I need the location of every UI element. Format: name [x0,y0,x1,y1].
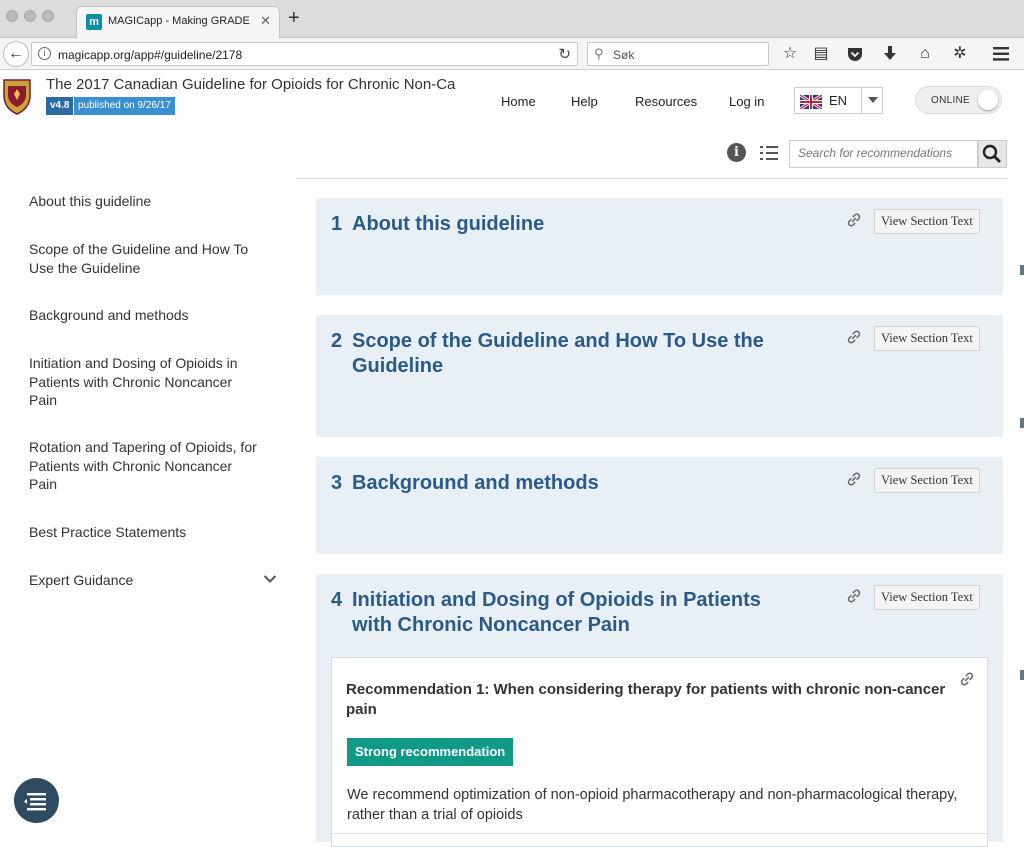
browser-search-placeholder: Søk [613,48,635,62]
view-section-text-button[interactable]: View Section Text [874,468,980,493]
header-divider [296,178,1007,179]
recommendation-search-input[interactable] [798,146,970,160]
tab-title: MAGICapp - Making GRADE t [108,15,253,27]
info-icon[interactable]: i [38,47,51,60]
caret-down-icon[interactable] [868,97,878,103]
nav-login[interactable]: Log in [729,94,764,109]
nav-home[interactable]: Home [501,94,536,109]
nav-help[interactable]: Help [571,94,598,109]
scrollbar-mark [1020,670,1024,680]
section-number: 3 [331,472,343,494]
pocket-icon[interactable] [844,43,866,65]
section-number: 2 [331,330,343,352]
link-icon[interactable] [845,470,863,488]
link-icon[interactable] [958,670,976,688]
recommendation-search-field[interactable] [789,140,978,168]
view-section-text-button[interactable]: View Section Text [874,209,980,234]
search-icon: ⚲ [594,46,604,61]
sidebar-item-about[interactable]: About this guideline [29,192,261,211]
recommendation-search-button[interactable] [978,140,1007,168]
link-icon[interactable] [845,211,863,229]
sidebar-item-scope[interactable]: Scope of the Guideline and How To Use th… [29,240,261,277]
section-number: 4 [331,589,343,611]
star-icon[interactable]: ☆ [779,43,801,65]
download-icon[interactable] [879,43,901,65]
section-title[interactable]: Scope of the Guideline and How To Use th… [352,329,782,379]
chevron-down-icon[interactable] [263,574,277,584]
section-2: 2 Scope of the Guideline and How To Use … [316,315,1003,437]
sidebar-item-rotation[interactable]: Rotation and Tapering of Opioids, for Pa… [29,438,261,494]
extension-icon[interactable]: ✲ [949,43,971,65]
card-divider [332,833,987,834]
browser-search-input[interactable]: ⚲ Søk [587,42,769,66]
mcmaster-crest-logo[interactable] [2,78,32,116]
view-section-text-button[interactable]: View Section Text [874,326,980,351]
recommendation-card: Recommendation 1: When considering thera… [331,657,988,847]
strength-badge: Strong recommendation [347,738,514,766]
browser-nav-bar: ← i magicapp.org/app#/guideline/2178 ↻ ⚲… [0,38,1024,70]
section-title[interactable]: Background and methods [352,471,782,496]
new-tab-button[interactable]: + [288,8,300,28]
sidebar-item-background[interactable]: Background and methods [29,306,261,325]
home-icon[interactable]: ⌂ [914,43,936,65]
reading-list-icon[interactable]: ▤ [810,43,832,65]
section-title[interactable]: About this guideline [352,212,782,237]
online-toggle[interactable]: ONLINE [915,86,1002,114]
address-bar[interactable]: i magicapp.org/app#/guideline/2178 ↻ [31,42,578,66]
list-view-icon[interactable] [760,145,778,161]
scrollbar-mark [1020,265,1024,275]
recommendation-title[interactable]: Recommendation 1: When considering thera… [346,680,952,720]
language-code: EN [829,93,848,108]
browser-tab-bar: m MAGICapp - Making GRADE t ✕ + [0,0,1024,38]
section-number: 1 [331,213,343,235]
toc-toggle-button[interactable] [14,778,59,823]
link-icon[interactable] [845,587,863,605]
published-badge: published on 9/26/17 [74,97,175,115]
url-text[interactable]: magicapp.org/app#/guideline/2178 [58,48,242,62]
browser-tab[interactable]: m MAGICapp - Making GRADE t ✕ [76,6,280,38]
window-maximize-button[interactable] [42,10,54,22]
menu-list-icon [24,793,46,811]
sidebar-item-best-practice[interactable]: Best Practice Statements [29,523,261,542]
language-select[interactable]: EN [794,87,883,114]
menu-icon[interactable] [990,43,1012,65]
back-arrow-icon[interactable]: ← [3,41,29,67]
guideline-title: The 2017 Canadian Guideline for Opioids … [46,76,456,93]
scrollbar-mark [1020,418,1024,428]
info-circle-icon[interactable]: i [727,143,746,162]
sidebar-item-initiation[interactable]: Initiation and Dosing of Opioids in Pati… [29,354,261,410]
search-icon [982,144,1001,163]
link-icon[interactable] [845,328,863,346]
view-section-text-button[interactable]: View Section Text [874,585,980,610]
section-1: 1 About this guideline View Section Text [316,198,1003,295]
version-badge: v4.8 [46,97,74,115]
recommendation-text: We recommend optimization of non-opioid … [347,787,958,823]
reload-icon[interactable]: ↻ [558,45,571,63]
window-minimize-button[interactable] [24,10,36,22]
language-divider [861,88,862,113]
window-close-button[interactable] [6,10,18,22]
magicapp-favicon-icon: m [86,14,102,30]
section-3: 3 Background and methods View Section Te… [316,457,1003,554]
toggle-knob [978,90,998,110]
section-title[interactable]: Initiation and Dosing of Opioids in Pati… [352,588,782,638]
sidebar-item-expert-guidance[interactable]: Expert Guidance [29,571,261,590]
tab-close-icon[interactable]: ✕ [260,13,271,29]
uk-flag-icon [800,95,822,109]
nav-resources[interactable]: Resources [635,94,697,109]
online-label: ONLINE [931,95,971,106]
